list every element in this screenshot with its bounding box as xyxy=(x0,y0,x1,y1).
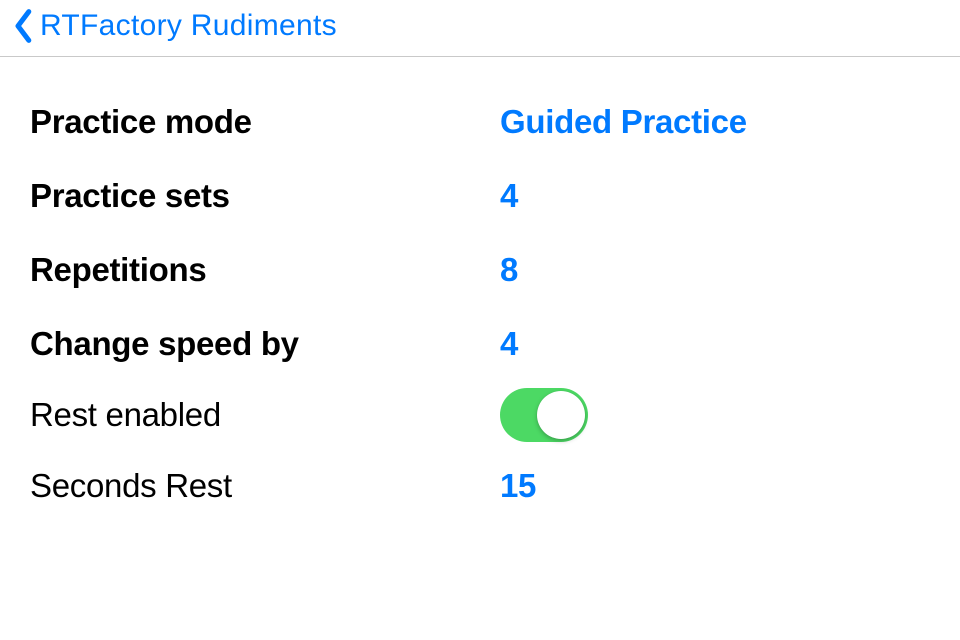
setting-label: Seconds Rest xyxy=(30,467,500,505)
back-chevron-icon[interactable] xyxy=(10,8,38,44)
setting-repetitions[interactable]: Repetitions 8 xyxy=(0,233,960,307)
setting-practice-mode[interactable]: Practice mode Guided Practice xyxy=(0,85,960,159)
rest-enabled-toggle[interactable] xyxy=(500,388,588,442)
setting-value: 4 xyxy=(500,325,518,363)
setting-rest-enabled: Rest enabled xyxy=(0,381,960,449)
setting-change-speed-by[interactable]: Change speed by 4 xyxy=(0,307,960,381)
setting-practice-sets[interactable]: Practice sets 4 xyxy=(0,159,960,233)
setting-value: Guided Practice xyxy=(500,103,747,141)
setting-seconds-rest[interactable]: Seconds Rest 15 xyxy=(0,449,960,523)
setting-label: Practice sets xyxy=(30,177,500,215)
setting-value: 4 xyxy=(500,177,518,215)
toggle-knob xyxy=(537,391,585,439)
setting-value: 15 xyxy=(500,467,536,505)
setting-label: Rest enabled xyxy=(30,396,500,434)
setting-label: Change speed by xyxy=(30,325,500,363)
nav-bar: RTFactory Rudiments xyxy=(0,0,960,57)
setting-label: Repetitions xyxy=(30,251,500,289)
setting-label: Practice mode xyxy=(30,103,500,141)
settings-list: Practice mode Guided Practice Practice s… xyxy=(0,57,960,523)
setting-value: 8 xyxy=(500,251,518,289)
nav-back-title[interactable]: RTFactory Rudiments xyxy=(40,9,337,43)
